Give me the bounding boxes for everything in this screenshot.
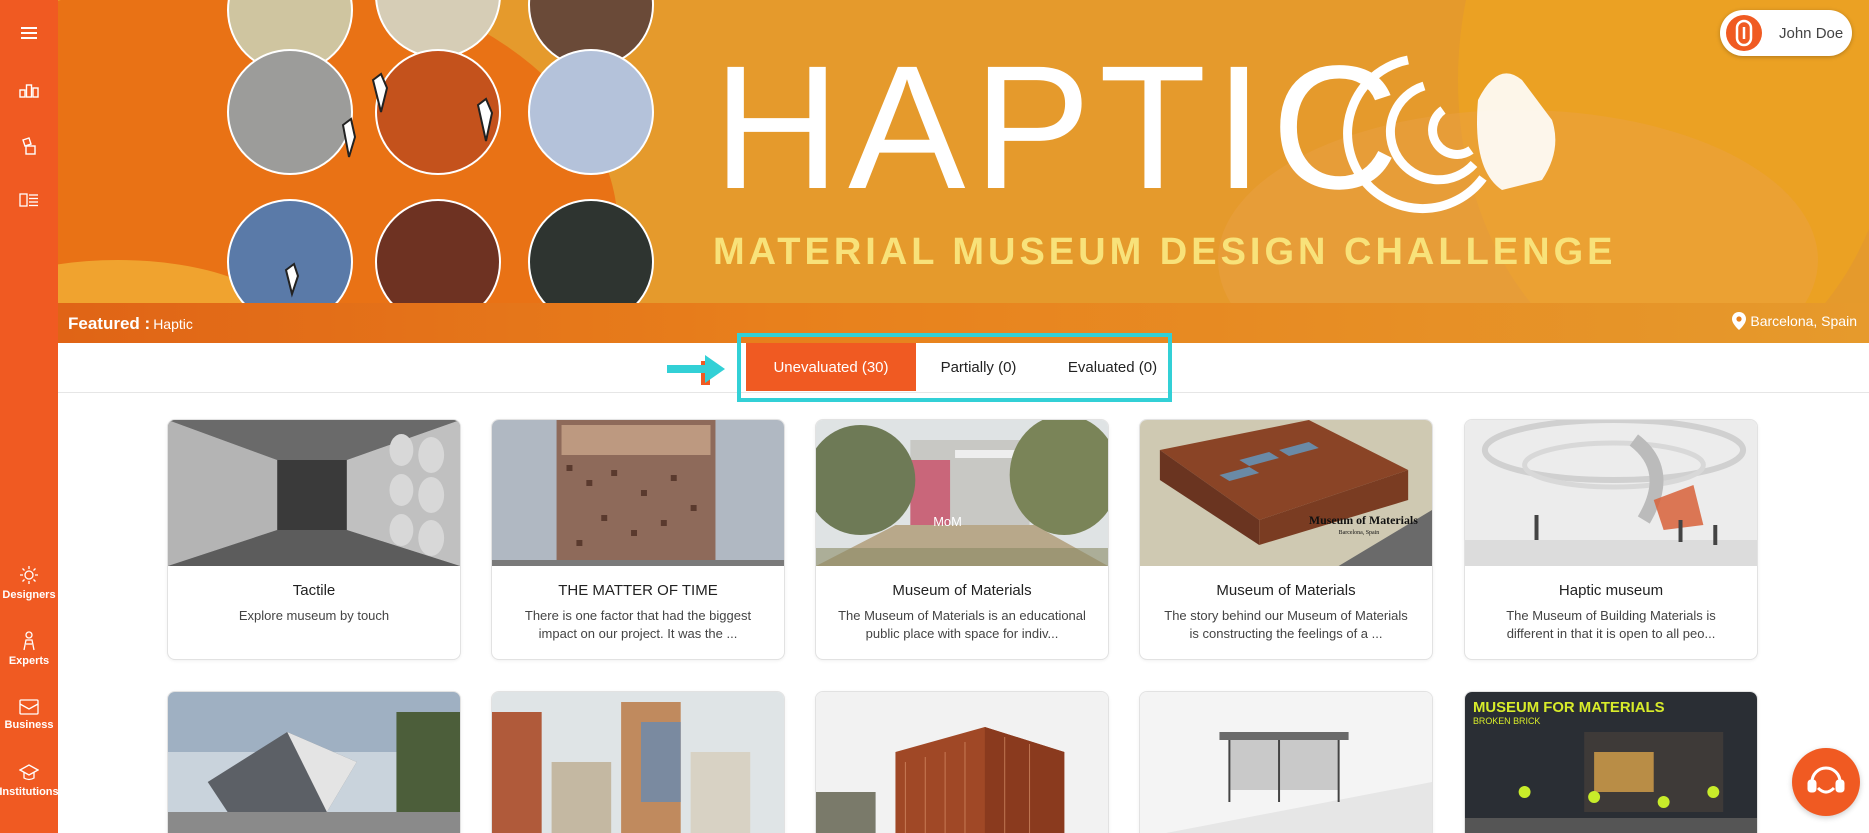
sidebar-item-label: Business xyxy=(4,719,54,731)
project-description: The story behind our Museum of Materials… xyxy=(1164,608,1408,641)
thumbnail-subcaption: BROKEN BRICK xyxy=(1473,716,1540,726)
chat-support-icon xyxy=(1807,766,1845,794)
featured-label: Featured : Haptic xyxy=(68,314,193,334)
banner-artwork: HAPTIC MATERIAL MUSEUM DESIGN CHALLENGE xyxy=(58,0,1869,343)
project-description: Explore museum by touch xyxy=(238,608,390,623)
thumbnail-mom-text: MoM xyxy=(933,514,962,529)
project-thumbnail: MoM xyxy=(816,420,1108,566)
sidebar-item-business[interactable]: Business xyxy=(0,692,58,738)
project-title: Museum of Materials xyxy=(892,582,1032,599)
experts-icon xyxy=(23,631,35,651)
location: Barcelona, Spain xyxy=(1732,312,1857,330)
map-pin-icon xyxy=(1732,312,1747,330)
projects-icon xyxy=(22,137,36,155)
project-thumbnail xyxy=(816,692,1108,833)
project-thumbnail: MUSEUM FOR MATERIALS BROKEN BRICK xyxy=(1465,692,1757,833)
thumbnail-caption: Museum of Materials xyxy=(1309,513,1418,527)
app-root: Designers Experts Business Institutions xyxy=(0,0,1869,833)
project-title: Museum of Materials xyxy=(1216,582,1356,599)
thumbnail-caption: MUSEUM FOR MATERIALS xyxy=(1473,699,1665,716)
menu-icon xyxy=(21,27,37,39)
pointer-arrow-icon xyxy=(667,355,725,385)
project-title: Tactile xyxy=(292,582,336,599)
project-description: The Museum of Building Materials is diff… xyxy=(1506,608,1716,641)
project-description: There is one factor that had the biggest… xyxy=(524,608,752,641)
featured-prefix: Featured : xyxy=(68,314,151,333)
sidebar-item-list[interactable] xyxy=(0,180,58,220)
avatar xyxy=(1726,15,1762,51)
project-card[interactable]: Tactile Explore museum by touch xyxy=(167,419,461,660)
menu-button[interactable] xyxy=(0,14,58,52)
project-card[interactable]: Museum of Materials Barcelona, Spain Mus… xyxy=(1139,419,1433,660)
user-menu[interactable]: John Doe xyxy=(1720,10,1852,56)
sidebar-item-label: Institutions xyxy=(0,786,59,798)
sidebar-item-label: Designers xyxy=(2,589,56,601)
chat-support-button[interactable] xyxy=(1792,748,1860,816)
project-card[interactable] xyxy=(491,691,785,833)
project-thumbnail xyxy=(168,692,460,833)
dashboard-icon xyxy=(19,84,39,98)
sidebar-item-institutions[interactable]: Institutions xyxy=(0,758,59,804)
location-text: Barcelona, Spain xyxy=(1750,313,1857,329)
institutions-icon xyxy=(19,764,39,781)
tabs-highlight-box xyxy=(737,333,1172,402)
business-icon xyxy=(19,699,39,715)
list-icon xyxy=(19,193,38,207)
project-title: THE MATTER OF TIME xyxy=(558,582,718,599)
challenge-banner: HAPTIC MATERIAL MUSEUM DESIGN CHALLENGE … xyxy=(58,0,1869,343)
sidebar-item-designers[interactable]: Designers xyxy=(0,560,58,606)
project-card[interactable]: Haptic museum The Museum of Building Mat… xyxy=(1464,419,1758,660)
sidebar-item-dashboard[interactable] xyxy=(0,70,58,110)
project-title: Haptic museum xyxy=(1558,582,1664,599)
project-thumbnail: Museum of Materials Barcelona, Spain xyxy=(1140,420,1432,566)
project-card[interactable] xyxy=(815,691,1109,833)
project-thumbnail xyxy=(492,420,784,566)
user-name: John Doe xyxy=(1779,24,1844,42)
designers-icon xyxy=(20,566,38,584)
project-description: The Museum of Materials is an educationa… xyxy=(838,608,1086,641)
project-thumbnail xyxy=(168,420,460,566)
project-thumbnail xyxy=(1140,692,1432,833)
banner-title: HAPTIC xyxy=(713,30,1406,226)
project-card[interactable]: THE MATTER OF TIME There is one factor t… xyxy=(491,419,785,660)
project-card[interactable]: MUSEUM FOR MATERIALS BROKEN BRICK xyxy=(1464,691,1758,833)
featured-name: Haptic xyxy=(153,316,193,332)
user-logo-icon xyxy=(1735,19,1753,47)
project-thumbnail xyxy=(492,692,784,833)
project-card[interactable]: MoM Museum of Materials The Museum of Ma… xyxy=(815,419,1109,660)
project-card[interactable] xyxy=(1139,691,1433,833)
sidebar-item-projects[interactable] xyxy=(0,126,58,166)
thumbnail-subcaption: Barcelona, Spain xyxy=(1339,530,1380,536)
project-thumbnail xyxy=(1465,420,1757,566)
sidebar: Designers Experts Business Institutions xyxy=(0,0,59,833)
banner-subtitle: MATERIAL MUSEUM DESIGN CHALLENGE xyxy=(713,231,1617,273)
sidebar-item-label: Experts xyxy=(8,655,50,667)
sidebar-item-experts[interactable]: Experts xyxy=(0,626,58,672)
project-card[interactable] xyxy=(167,691,461,833)
